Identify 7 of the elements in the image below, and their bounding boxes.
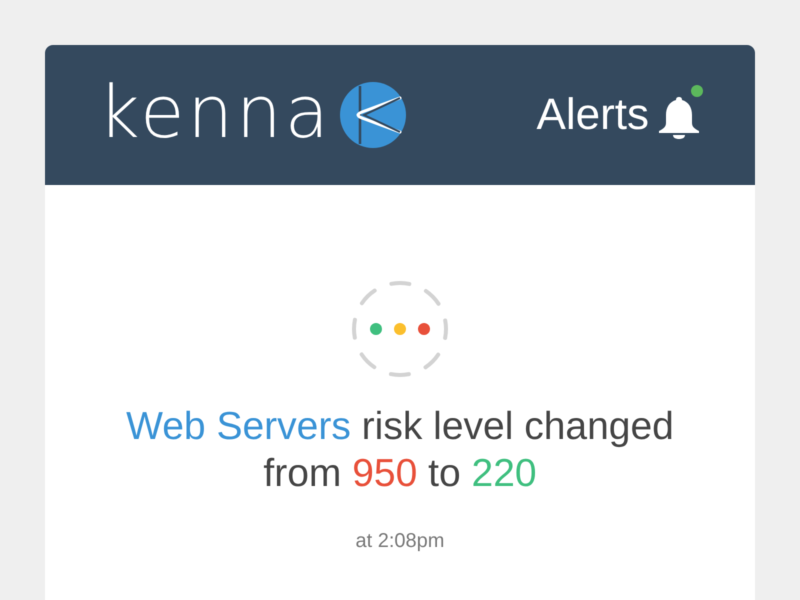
logo-wordmark: kenna — [98, 76, 332, 154]
dashed-ring-icon — [351, 280, 449, 378]
alert-message: Web Servers risk level changed from 950 to 220 — [125, 404, 675, 497]
alerts-title: Alerts — [536, 93, 649, 137]
alert-time: at 2:08pm — [356, 529, 444, 554]
globe-logo-icon — [340, 82, 406, 148]
bell-icon[interactable] — [657, 95, 701, 139]
